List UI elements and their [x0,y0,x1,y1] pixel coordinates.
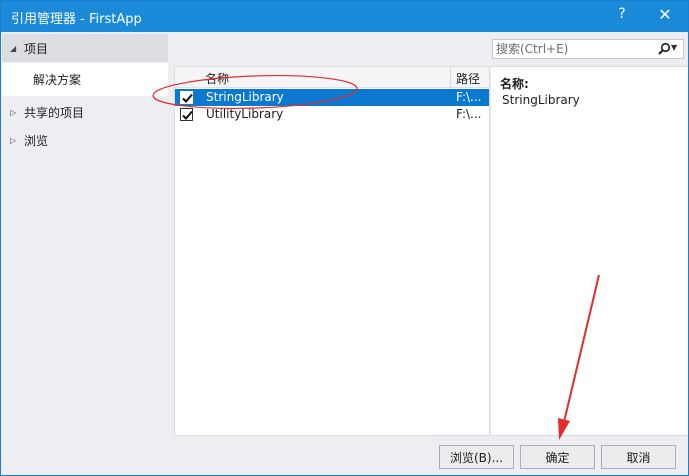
reference-list: 名称 路径 StringLibrary F:\... UtilityLibrar… [174,66,490,436]
search-input[interactable] [496,41,656,57]
reference-manager-dialog: 引用管理器 - FirstApp ? ✕ ◢ 项目 解决方案 ▷ 共享的项目 ▷… [0,0,689,476]
checkmark-icon [182,110,193,120]
column-separator[interactable] [450,67,451,88]
title-bar[interactable]: 引用管理器 - FirstApp ? ✕ [1,1,688,32]
details-value: StringLibrary [502,93,580,107]
row-path: F:\... [456,90,482,104]
nav-item-solution-label: 解决方案 [33,73,82,87]
collapsed-triangle-icon[interactable]: ▷ [10,108,20,117]
search-icon[interactable] [657,42,671,56]
nav-item-shared-projects[interactable]: ▷ 共享的项目 [2,98,168,126]
browse-button[interactable]: 浏览(B)... [439,445,514,469]
cancel-button[interactable]: 取消 [601,445,676,469]
row-name: UtilityLibrary [206,107,284,121]
row-checkbox[interactable] [180,91,193,104]
nav-item-solution[interactable]: 解决方案 [2,63,168,96]
nav-item-browse[interactable]: ▷ 浏览 [2,126,168,154]
search-dropdown-icon[interactable]: ▼ [671,43,677,52]
nav-item-browse-label: 浏览 [24,133,49,148]
column-header-name[interactable]: 名称 [205,70,229,87]
expanded-triangle-icon[interactable]: ◢ [10,44,20,53]
row-path: F:\... [456,107,482,121]
close-button[interactable]: ✕ [656,5,674,24]
search-box[interactable]: ▼ [492,39,684,59]
checkmark-icon [182,93,193,103]
help-button[interactable]: ? [613,6,631,22]
window-title: 引用管理器 - FirstApp [11,12,142,27]
row-checkbox[interactable] [180,108,193,121]
column-header-path[interactable]: 路径 [456,70,480,87]
nav-item-project-label: 项目 [24,41,49,56]
table-row[interactable]: UtilityLibrary F:\... [175,106,489,123]
details-label: 名称: [500,77,529,91]
nav-item-project[interactable]: ◢ 项目 [2,34,168,62]
table-row[interactable]: StringLibrary F:\... [175,89,489,106]
ok-button[interactable]: 确定 [520,445,595,469]
list-header: 名称 路径 [175,67,489,88]
collapsed-triangle-icon[interactable]: ▷ [10,136,20,145]
details-panel: 名称: StringLibrary [491,66,688,436]
row-name: StringLibrary [206,90,284,104]
left-nav: ◢ 项目 解决方案 ▷ 共享的项目 ▷ 浏览 [2,32,168,437]
nav-item-shared-label: 共享的项目 [24,105,85,120]
